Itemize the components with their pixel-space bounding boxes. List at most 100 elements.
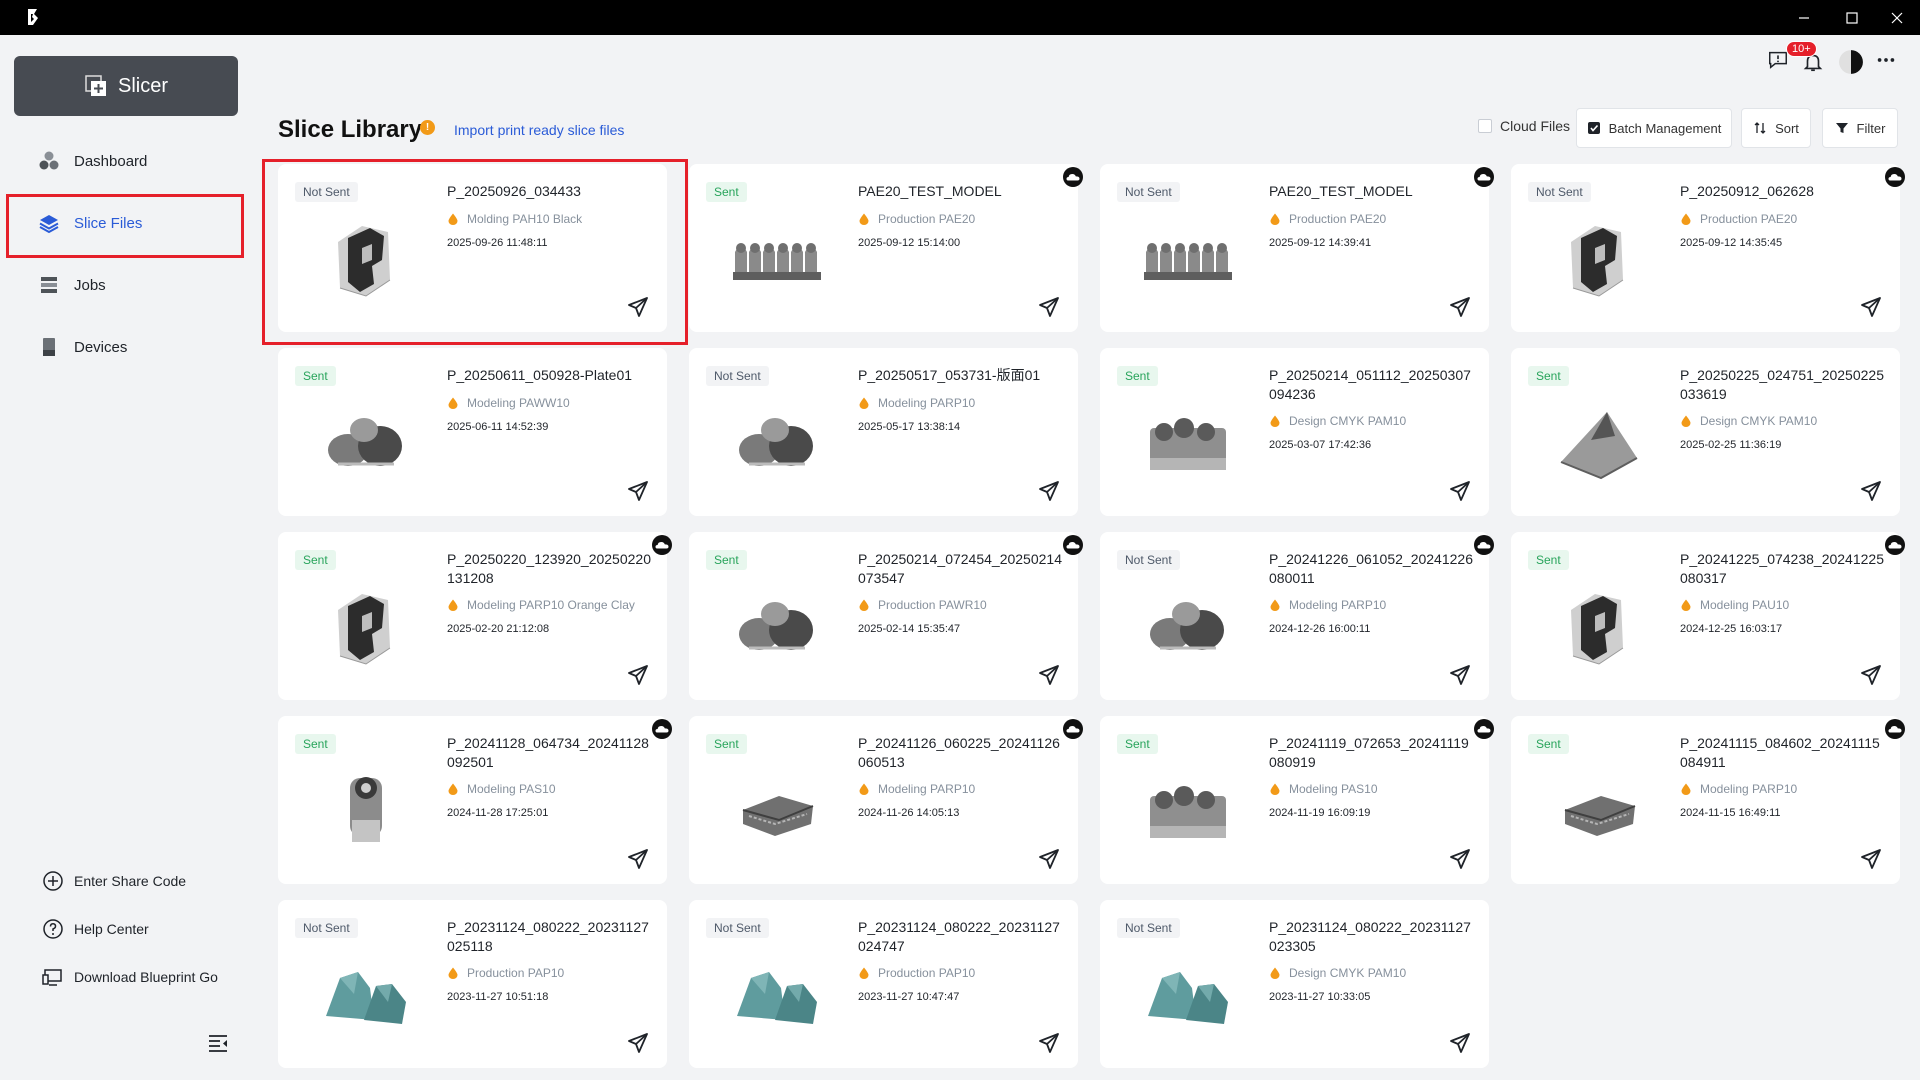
material-drop-icon: [859, 783, 869, 795]
send-icon[interactable]: [1449, 664, 1471, 686]
nav-slice-files[interactable]: Slice Files: [0, 194, 250, 258]
maximize-button[interactable]: [1829, 0, 1875, 35]
import-slice-files-link[interactable]: Import print ready slice files: [454, 122, 624, 138]
material-label: Modeling PARP10 Orange Clay: [467, 598, 635, 612]
slice-file-card[interactable]: Sent P_20250214_051112_20250307094236 De…: [1100, 348, 1489, 516]
status-badge: Sent: [706, 550, 747, 570]
filter-label: Filter: [1856, 120, 1886, 136]
cloud-icon: [1474, 167, 1494, 187]
send-icon[interactable]: [1860, 296, 1882, 318]
help-center-link[interactable]: Help Center: [42, 918, 149, 940]
send-icon[interactable]: [1449, 480, 1471, 502]
send-icon[interactable]: [627, 296, 649, 318]
batch-management-button[interactable]: Batch Management: [1576, 108, 1732, 148]
minimize-button[interactable]: [1781, 0, 1827, 35]
send-icon[interactable]: [1038, 480, 1060, 502]
nav-dashboard[interactable]: Dashboard: [0, 132, 250, 190]
more-options-button[interactable]: [1872, 46, 1900, 74]
status-badge: Sent: [1117, 734, 1158, 754]
download-blueprint-go-link[interactable]: Download Blueprint Go: [42, 966, 218, 988]
send-icon[interactable]: [1449, 1032, 1471, 1054]
send-icon[interactable]: [627, 664, 649, 686]
file-name: P_20231124_080222_20231127023305: [1269, 919, 1471, 954]
send-icon[interactable]: [1449, 296, 1471, 318]
send-icon[interactable]: [1860, 480, 1882, 502]
slice-file-card[interactable]: Not Sent PAE20_TEST_MODEL Production PAE…: [1100, 164, 1494, 332]
slice-file-card[interactable]: Sent P_20241225_074238_20241225080317 Mo…: [1511, 532, 1905, 700]
slice-file-card[interactable]: Sent P_20250214_072454_20250214073547 Pr…: [689, 532, 1083, 700]
slice-file-card[interactable]: Sent P_20241128_064734_20241128092501 Mo…: [278, 716, 672, 884]
send-icon[interactable]: [1860, 664, 1882, 686]
avatar-icon: [1839, 50, 1863, 74]
send-icon[interactable]: [1038, 1032, 1060, 1054]
model-thumbnail: [318, 576, 414, 672]
nav-devices[interactable]: Devices: [0, 318, 250, 376]
material-label: Production PAE20: [1700, 212, 1798, 226]
slice-file-card[interactable]: Not Sent P_20250926_034433 Molding PAH10…: [262, 159, 688, 345]
slice-file-card[interactable]: Not Sent P_20231124_080222_2023112702330…: [1100, 900, 1489, 1068]
model-thumbnail: [1140, 208, 1236, 304]
model-render-icon: [1144, 243, 1232, 280]
send-icon[interactable]: [1038, 848, 1060, 870]
send-icon[interactable]: [1860, 848, 1882, 870]
enter-share-code-link[interactable]: Enter Share Code: [42, 870, 186, 892]
info-icon[interactable]: !: [420, 120, 435, 135]
material-info: Production PAE20: [1269, 212, 1386, 226]
send-icon[interactable]: [627, 480, 649, 502]
sidebar: Slicer Dashboard Slice Files Jobs Device…: [0, 35, 250, 1080]
cloud-icon: [1474, 535, 1494, 555]
slice-file-card[interactable]: Sent P_20241126_060225_20241126060513 Mo…: [689, 716, 1083, 884]
collapse-sidebar-icon[interactable]: [207, 1033, 229, 1053]
cloud-files-checkbox[interactable]: [1478, 119, 1492, 133]
status-badge: Sent: [1528, 366, 1569, 386]
batch-management-label: Batch Management: [1608, 120, 1722, 136]
avatar[interactable]: [1837, 48, 1865, 76]
file-name: P_20241119_072653_20241119080919: [1269, 735, 1469, 770]
material-drop-icon: [859, 213, 869, 225]
file-date: 2025-06-11 14:52:39: [447, 421, 549, 433]
model-thumbnail: [1551, 760, 1647, 856]
model-thumbnail: [1551, 208, 1647, 304]
close-icon: [1891, 12, 1903, 23]
slice-file-card[interactable]: Not Sent P_20241226_061052_2024122608001…: [1100, 532, 1494, 700]
slice-file-card[interactable]: Sent P_20250225_024751_20250225033619 De…: [1511, 348, 1900, 516]
cloud-icon: [652, 535, 672, 555]
send-icon[interactable]: [627, 848, 649, 870]
material-info: Design CMYK PAM10: [1269, 966, 1406, 980]
slice-file-card[interactable]: Sent P_20250611_050928-Plate01 Modeling …: [278, 348, 667, 516]
send-icon[interactable]: [1038, 296, 1060, 318]
model-thumbnail: [1551, 392, 1647, 488]
sort-icon: [1754, 122, 1766, 134]
file-name: P_20241128_064734_20241128092501: [447, 735, 649, 770]
sort-button[interactable]: Sort: [1741, 108, 1811, 148]
slice-file-card[interactable]: Not Sent P_20250517_053731-版面01 Modeling…: [689, 348, 1078, 516]
plus-circle-icon: [43, 871, 63, 891]
slice-file-card[interactable]: Not Sent P_20231124_080222_2023112702511…: [278, 900, 667, 1068]
material-drop-icon: [1681, 213, 1691, 225]
file-name: P_20250912_062628: [1680, 183, 1814, 199]
slicer-button[interactable]: Slicer: [14, 56, 238, 116]
nav-jobs[interactable]: Jobs: [0, 256, 250, 314]
material-label: Modeling PAS10: [467, 782, 556, 796]
send-icon[interactable]: [1038, 664, 1060, 686]
cloud-icon: [1063, 167, 1083, 187]
cloud-icon: [1885, 719, 1905, 739]
material-drop-icon: [1270, 783, 1280, 795]
model-render-icon: [739, 418, 813, 466]
slice-file-card[interactable]: Sent P_20250220_123920_20250220131208 Mo…: [278, 532, 672, 700]
filter-button[interactable]: Filter: [1822, 108, 1898, 148]
file-name: P_20241225_074238_20241225080317: [1680, 551, 1884, 586]
file-date: 2025-09-26 11:48:11: [447, 237, 548, 249]
slice-file-card[interactable]: Sent P_20241115_084602_20241115084911 Mo…: [1511, 716, 1905, 884]
file-name: P_20250220_123920_20250220131208: [447, 551, 651, 586]
slice-file-card[interactable]: Sent P_20241119_072653_20241119080919 Mo…: [1100, 716, 1494, 884]
send-icon[interactable]: [1449, 848, 1471, 870]
cloud-files-toggle[interactable]: Cloud Files: [1478, 118, 1570, 134]
slice-file-card[interactable]: Not Sent P_20231124_080222_2023112702474…: [689, 900, 1078, 1068]
material-label: Modeling PARP10: [1289, 598, 1387, 612]
close-button[interactable]: [1874, 0, 1920, 35]
slice-file-card[interactable]: Sent PAE20_TEST_MODEL Production PAE20 2…: [689, 164, 1083, 332]
file-date: 2025-02-14 15:35:47: [858, 623, 961, 635]
slice-file-card[interactable]: Not Sent P_20250912_062628 Production PA…: [1511, 164, 1905, 332]
send-icon[interactable]: [627, 1032, 649, 1054]
